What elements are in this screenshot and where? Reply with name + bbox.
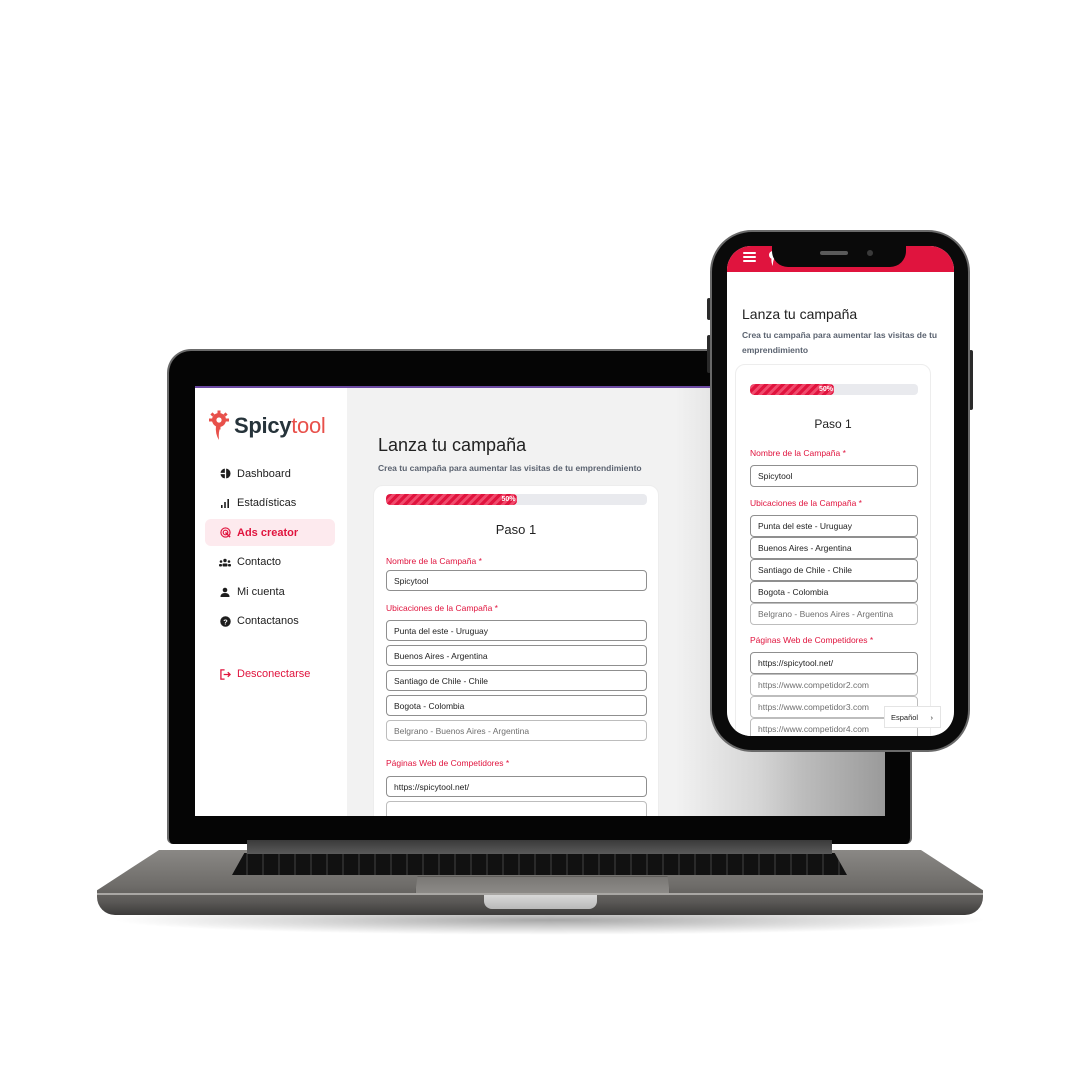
help-icon: ? bbox=[219, 615, 231, 627]
sidebar-item-label: Contactanos bbox=[237, 615, 299, 627]
mobile-app-screen: Lanza tu campaña Crea tu campaña para au… bbox=[727, 246, 954, 736]
sidebar-item-contacto[interactable]: Contacto bbox=[205, 549, 335, 576]
logout-icon bbox=[219, 668, 231, 680]
laptop-hinge bbox=[247, 840, 832, 854]
language-selector[interactable]: Español › bbox=[884, 706, 941, 728]
sidebar-item-label: Estadísticas bbox=[237, 497, 297, 509]
user-icon bbox=[219, 586, 231, 598]
chili-gear-logo-icon bbox=[209, 410, 229, 440]
campaign-form-card: 50% Paso 1 Nombre de la Campaña * Spicyt… bbox=[735, 364, 931, 736]
phone-camera bbox=[867, 250, 873, 256]
location-input-3[interactable]: Santiago de Chile - Chile bbox=[750, 559, 918, 581]
competitor-input-2[interactable] bbox=[386, 801, 647, 816]
ads-target-icon bbox=[219, 527, 231, 539]
competitors-label: Páginas Web de Competidores * bbox=[750, 635, 874, 645]
location-input-5[interactable]: Belgrano - Buenos Aires - Argentina bbox=[750, 603, 918, 625]
phone-speaker bbox=[820, 251, 848, 255]
location-input-2[interactable]: Buenos Aires - Argentina bbox=[386, 645, 647, 666]
dashboard-icon bbox=[219, 468, 231, 480]
campaign-form-card: 50% Paso 1 Nombre de la Campaña * Spicyt… bbox=[373, 485, 659, 816]
sidebar-item-contactanos[interactable]: ? Contactanos bbox=[205, 608, 335, 635]
sidebar-item-label: Contacto bbox=[237, 556, 282, 568]
location-input-3[interactable]: Santiago de Chile - Chile bbox=[386, 670, 647, 691]
progress-label: 50% bbox=[818, 386, 833, 393]
sidebar-item-label: Dashboard bbox=[237, 467, 291, 480]
page-subtitle: Crea tu campaña para aumentar las visita… bbox=[742, 330, 938, 355]
sidebar-item-mi-cuenta[interactable]: Mi cuenta bbox=[205, 578, 335, 605]
chevron-right-icon: › bbox=[930, 712, 934, 722]
laptop-opening-notch bbox=[484, 895, 597, 909]
sidebar-item-estadisticas[interactable]: Estadísticas bbox=[205, 490, 335, 517]
hamburger-menu-icon[interactable] bbox=[743, 252, 756, 262]
bar-chart-icon bbox=[219, 497, 231, 509]
sidebar-item-dashboard[interactable]: Dashboard bbox=[205, 460, 335, 487]
campaign-name-input[interactable]: Spicytool bbox=[386, 570, 647, 591]
brand-name: Spicytool bbox=[234, 413, 326, 439]
language-label: Español bbox=[891, 712, 919, 722]
competitor-input-1[interactable]: https://spicytool.net/ bbox=[386, 776, 647, 797]
locations-label: Ubicaciones de la Campaña * bbox=[750, 498, 862, 508]
brand-name-main: Spicy bbox=[234, 413, 292, 438]
competitor-input-1[interactable]: https://spicytool.net/ bbox=[750, 652, 918, 674]
contacts-group-icon bbox=[219, 556, 231, 568]
brand-name-accent: tool bbox=[291, 413, 326, 438]
step-title: Paso 1 bbox=[495, 522, 537, 537]
campaign-name-input[interactable]: Spicytool bbox=[750, 465, 918, 487]
locations-label: Ubicaciones de la Campaña * bbox=[386, 603, 498, 613]
page-subtitle: Crea tu campaña para aumentar las visita… bbox=[378, 463, 642, 473]
sidebar-item-label: Mi cuenta bbox=[237, 585, 285, 598]
brand-logo[interactable]: Spicytool bbox=[207, 410, 326, 442]
progress-fill: 50% bbox=[750, 384, 834, 395]
competitor-input-2[interactable]: https://www.competidor2.com bbox=[750, 674, 918, 696]
location-input-4[interactable]: Bogota - Colombia bbox=[386, 695, 647, 716]
sidebar-item-label: Ads creator bbox=[237, 526, 299, 539]
step-title: Paso 1 bbox=[814, 417, 852, 431]
location-input-1[interactable]: Punta del este - Uruguay bbox=[386, 620, 647, 641]
phone-notch bbox=[772, 245, 906, 267]
logout-label: Desconectarse bbox=[237, 668, 311, 680]
progress-bar: 50% bbox=[750, 384, 918, 395]
svg-text:?: ? bbox=[223, 617, 228, 626]
campaign-name-label: Nombre de la Campaña * bbox=[750, 448, 846, 458]
sidebar-nav: Dashboard Estadísticas Ads creator Conta… bbox=[205, 460, 335, 690]
location-input-1[interactable]: Punta del este - Uruguay bbox=[750, 515, 918, 537]
location-input-2[interactable]: Buenos Aires - Argentina bbox=[750, 537, 918, 559]
page-title: Lanza tu campaña bbox=[378, 435, 527, 455]
progress-bar: 50% bbox=[386, 494, 647, 505]
laptop-keyboard bbox=[232, 853, 847, 875]
sidebar: Spicytool Dashboard Estadísticas Ads cre… bbox=[195, 388, 347, 816]
progress-fill: 50% bbox=[386, 494, 517, 505]
page-title: Lanza tu campaña bbox=[742, 306, 858, 322]
progress-label: 50% bbox=[501, 496, 516, 503]
location-input-4[interactable]: Bogota - Colombia bbox=[750, 581, 918, 603]
competitors-label: Páginas Web de Competidores * bbox=[386, 758, 510, 768]
location-input-5[interactable]: Belgrano - Buenos Aires - Argentina bbox=[386, 720, 647, 741]
sidebar-item-ads-creator[interactable]: Ads creator bbox=[205, 519, 335, 546]
logout-button[interactable]: Desconectarse bbox=[205, 661, 335, 688]
campaign-name-label: Nombre de la Campaña * bbox=[386, 556, 482, 566]
